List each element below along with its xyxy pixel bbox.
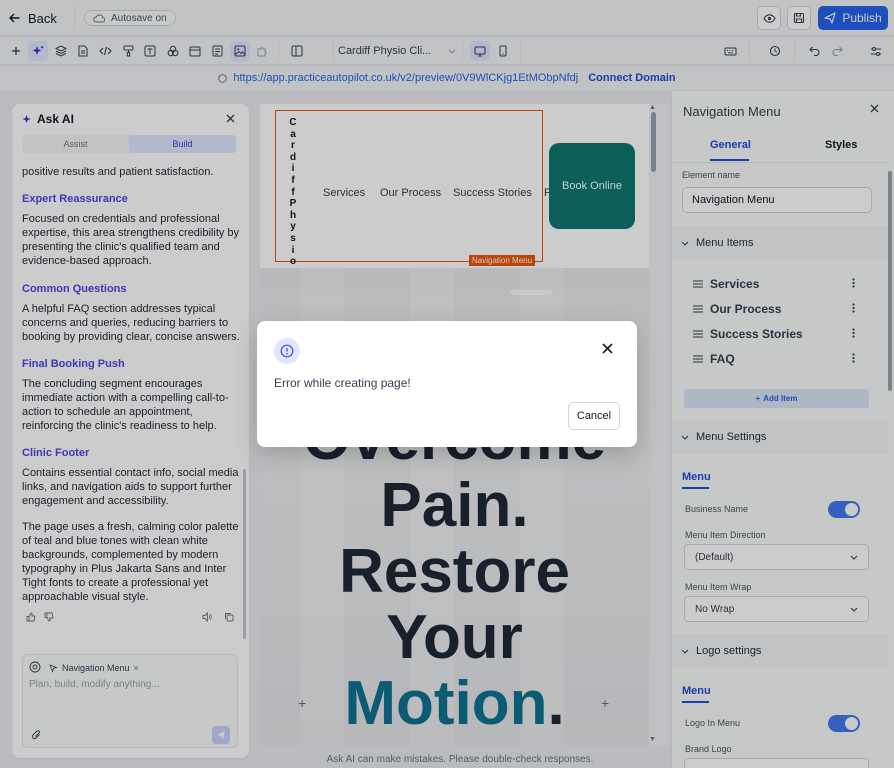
dialog-message: Error while creating page! [274, 376, 411, 390]
close-dialog-button[interactable] [602, 343, 613, 354]
cancel-button[interactable]: Cancel [568, 402, 620, 430]
close-icon [602, 343, 613, 354]
error-dialog: Error while creating page! Cancel [257, 321, 637, 447]
alert-circle-icon [274, 338, 300, 364]
